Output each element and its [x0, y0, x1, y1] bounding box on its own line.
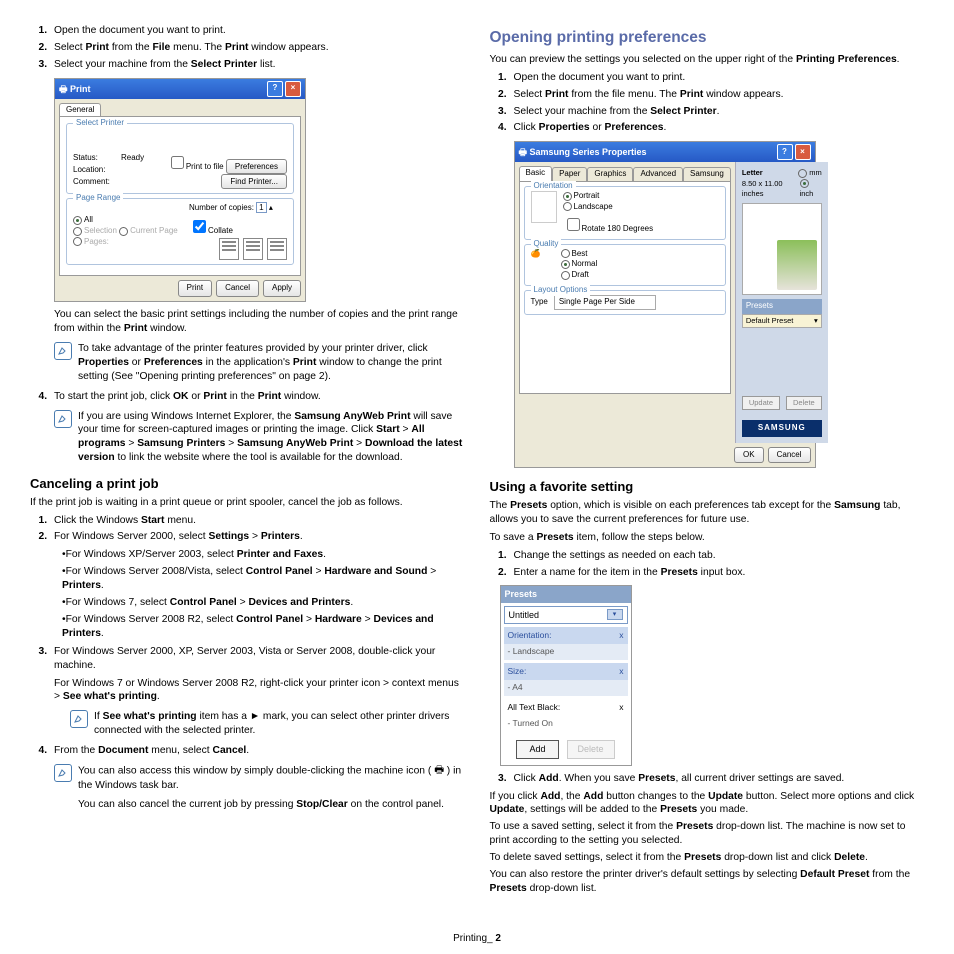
tab-general[interactable]: General — [59, 103, 101, 117]
steps-list-1b: To start the print job, click OK or Prin… — [30, 390, 465, 404]
step-2: Select Print from the File menu. The Pri… — [50, 41, 465, 55]
printer-icon: 🖶 — [434, 764, 444, 778]
delete-button-disabled: Delete — [567, 740, 615, 758]
samsung-logo: SAMSUNG — [742, 420, 822, 437]
presets-dialog: Presets Untitled▾ Orientation:x - Landsc… — [500, 585, 632, 765]
note-icon — [54, 764, 72, 782]
type-select[interactable]: Single Page Per Side — [554, 295, 656, 310]
preset-name-input[interactable]: Untitled▾ — [504, 606, 628, 624]
note-icon — [54, 410, 72, 428]
paragraph: If the print job is waiting in a print q… — [30, 496, 465, 510]
ok-button[interactable]: OK — [734, 447, 764, 464]
note-icon — [54, 342, 72, 360]
dlg-cancel-button[interactable]: Cancel — [216, 280, 259, 297]
delete-button[interactable]: Delete — [786, 396, 822, 410]
paragraph: You can preview the settings you selecte… — [490, 53, 925, 67]
document-icon — [531, 191, 557, 223]
dlg-apply-button[interactable]: Apply — [263, 280, 301, 297]
properties-dialog: 🖶 Samsung Series Properties ? × Basic Pa… — [514, 141, 816, 468]
remove-icon[interactable]: x — [619, 630, 623, 641]
note-box: If you are using Windows Internet Explor… — [54, 410, 465, 466]
left-column: Open the document you want to print. Sel… — [30, 20, 465, 927]
cancel-button[interactable]: Cancel — [768, 447, 811, 464]
right-column: Opening printing preferences You can pre… — [490, 20, 925, 927]
help-icon[interactable]: ? — [777, 144, 793, 160]
dlg-print-button[interactable]: Print — [178, 280, 212, 297]
remove-icon[interactable]: x — [619, 666, 623, 677]
close-icon[interactable]: × — [285, 81, 301, 97]
cancel-steps: Click the Windows Start menu. For Window… — [30, 514, 465, 545]
heading-opening: Opening printing preferences — [490, 28, 925, 49]
note-box: To take advantage of the printer feature… — [54, 342, 465, 384]
update-button[interactable]: Update — [742, 396, 780, 410]
step-3: Select your machine from the Select Prin… — [50, 58, 465, 72]
remove-icon[interactable]: x — [619, 702, 623, 713]
print-to-file-checkbox[interactable] — [171, 156, 184, 169]
heading-favorite: Using a favorite setting — [490, 478, 925, 496]
paragraph: You can select the basic print settings … — [54, 308, 465, 336]
close-icon[interactable]: × — [795, 144, 811, 160]
collate-checkbox[interactable] — [193, 220, 206, 233]
tab-paper[interactable]: Paper — [552, 167, 587, 181]
tab-samsung[interactable]: Samsung — [683, 167, 731, 181]
copies-input[interactable]: 1 — [256, 202, 266, 213]
tab-basic[interactable]: Basic — [519, 166, 553, 181]
print-dialog: 🖶 Print ? × General Select Printer Statu… — [54, 78, 306, 303]
steps-list-1: Open the document you want to print. Sel… — [30, 24, 465, 72]
print-dialog-titlebar: 🖶 Print ? × — [55, 79, 305, 99]
step-1: Open the document you want to print. — [50, 24, 465, 38]
tab-advanced[interactable]: Advanced — [633, 167, 683, 181]
step-4: To start the print job, click OK or Prin… — [50, 390, 465, 404]
help-icon[interactable]: ? — [267, 81, 283, 97]
note-icon — [70, 710, 88, 728]
heading-cancel: Canceling a print job — [30, 475, 465, 493]
preferences-button[interactable]: Preferences — [226, 159, 287, 174]
page-footer: Printing_ 2 — [30, 933, 924, 944]
preview-swatch — [742, 203, 822, 295]
add-button[interactable]: Add — [516, 740, 558, 758]
preset-select[interactable]: Default Preset▾ — [742, 314, 822, 328]
find-printer-button[interactable]: Find Printer... — [221, 174, 287, 189]
chevron-down-icon: ▾ — [607, 609, 623, 620]
tab-graphics[interactable]: Graphics — [587, 167, 633, 181]
